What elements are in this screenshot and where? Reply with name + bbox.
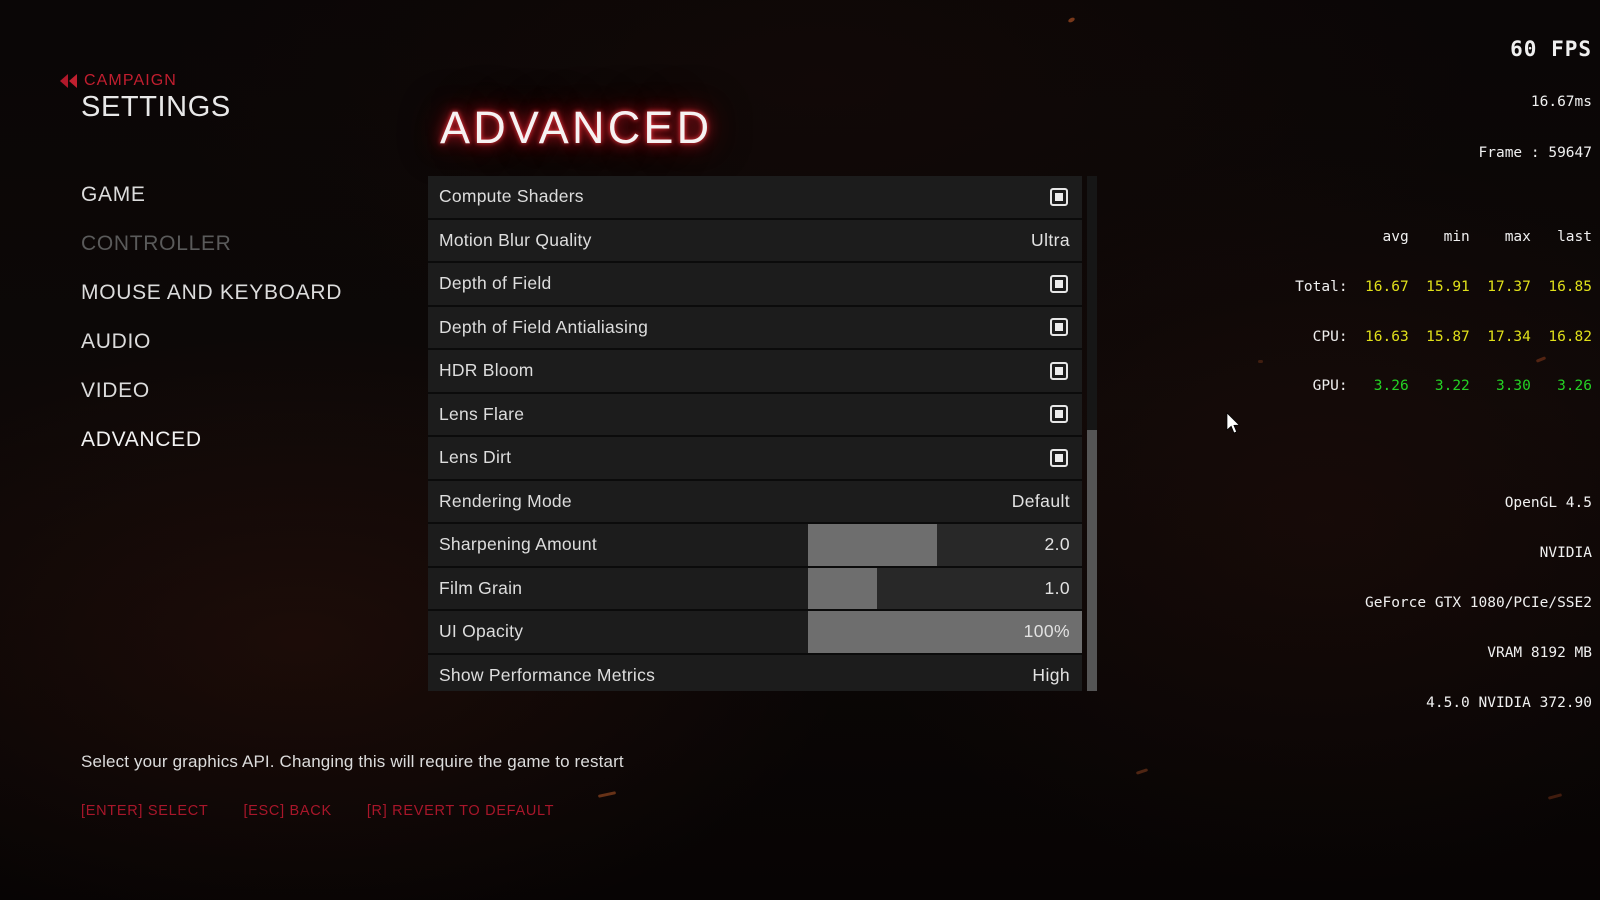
perf-system-info: OpenGL 4.5 NVIDIA GeForce GTX 1080/PCIe/… xyxy=(1286,462,1592,744)
setting-row-motion-blur-quality[interactable]: Motion Blur Quality Ultra xyxy=(428,219,1082,263)
setting-row-compute-shaders[interactable]: Compute Shaders xyxy=(428,176,1082,220)
double-chevron-left-icon[interactable] xyxy=(60,74,77,88)
sidebar-item-label: CONTROLLER xyxy=(81,231,232,255)
perf-row-cpu: CPU: 16.63 15.87 17.34 16.82 xyxy=(1286,328,1592,345)
setting-row-rendering-mode[interactable]: Rendering Mode Default xyxy=(428,480,1082,524)
perf-frametime: 16.67ms xyxy=(1530,94,1592,111)
perf-table-row-total: Total: 16.67 15.91 17.37 16.85 xyxy=(1286,279,1592,296)
game-settings-screen: CAMPAIGN SETTINGS ADVANCED GAME CONTROLL… xyxy=(0,0,1600,900)
perf-table-row-gpu: GPU: 3.26 3.22 3.30 3.26 xyxy=(1286,378,1592,395)
perf-vendor: NVIDIA xyxy=(1539,545,1592,562)
breadcrumb[interactable]: CAMPAIGN xyxy=(60,72,177,90)
perf-fps: 60 FPS xyxy=(1510,37,1592,62)
sidebar-item-controller[interactable]: CONTROLLER xyxy=(0,219,420,268)
checkbox-toggle[interactable] xyxy=(1050,448,1068,467)
setting-value[interactable]: Default xyxy=(1012,491,1082,512)
checkbox-toggle[interactable] xyxy=(1050,274,1068,293)
sidebar-nav: GAME CONTROLLER MOUSE AND KEYBOARD AUDIO… xyxy=(0,170,420,464)
key-hint-revert[interactable]: [R] REVERT TO DEFAULT xyxy=(367,803,554,819)
setting-label: Show Performance Metrics xyxy=(439,664,656,685)
slider-fill[interactable] xyxy=(808,567,877,609)
settings-list: Compute Shaders Motion Blur Quality Ultr… xyxy=(428,176,1082,691)
setting-value: 1.0 xyxy=(1044,577,1070,598)
checkbox-check-icon xyxy=(1055,366,1063,375)
perf-renderer: GeForce GTX 1080/PCIe/SSE2 xyxy=(1365,595,1592,611)
perf-col-headers: avg min max last xyxy=(1295,228,1592,245)
perf-api: OpenGL 4.5 xyxy=(1504,495,1592,512)
setting-row-show-performance-metrics[interactable]: Show Performance Metrics High xyxy=(428,654,1082,691)
sidebar-item-label: GAME xyxy=(81,182,146,206)
setting-row-hdr-bloom[interactable]: HDR Bloom xyxy=(428,350,1082,394)
mouse-cursor-icon xyxy=(1226,412,1241,434)
setting-row-film-grain[interactable]: Film Grain 1.0 xyxy=(428,567,1082,611)
key-hint-back[interactable]: [ESC] BACK xyxy=(243,803,331,819)
setting-row-lens-dirt[interactable]: Lens Dirt xyxy=(428,437,1082,481)
setting-row-sharpening-amount[interactable]: Sharpening Amount 2.0 xyxy=(428,524,1082,568)
section-heading: ADVANCED xyxy=(440,102,713,153)
key-hints-bar: [ENTER] SELECT [ESC] BACK [R] REVERT TO … xyxy=(81,803,554,819)
checkbox-toggle[interactable] xyxy=(1050,405,1068,424)
checkbox-check-icon xyxy=(1055,323,1063,332)
setting-value: 100% xyxy=(1023,621,1070,642)
perf-row-gpu: GPU: 3.26 3.22 3.30 3.26 xyxy=(1286,378,1592,395)
performance-overlay: 60 FPS 16.67ms Frame : 59647 avg min max… xyxy=(1286,4,1592,778)
sidebar-item-label: VIDEO xyxy=(81,378,150,402)
setting-row-depth-of-field-antialiasing[interactable]: Depth of Field Antialiasing xyxy=(428,306,1082,350)
setting-description: Select your graphics API. Changing this … xyxy=(81,752,624,771)
setting-label: Lens Dirt xyxy=(439,447,512,468)
perf-row-total: Total: 16.67 15.91 17.37 16.85 xyxy=(1286,278,1592,295)
sidebar-item-mouse-and-keyboard[interactable]: MOUSE AND KEYBOARD xyxy=(0,268,420,317)
ember-particle xyxy=(1067,16,1076,24)
sidebar-item-advanced[interactable]: ADVANCED xyxy=(0,415,420,464)
ember-particle xyxy=(597,791,617,798)
checkbox-toggle[interactable] xyxy=(1050,361,1068,380)
setting-value[interactable]: Ultra xyxy=(1031,230,1082,251)
setting-row-lens-flare[interactable]: Lens Flare xyxy=(428,393,1082,437)
slider-fill[interactable] xyxy=(808,524,937,566)
perf-table-header: avg min max last xyxy=(1286,229,1592,246)
checkbox-check-icon xyxy=(1055,410,1063,419)
breadcrumb-campaign-label: CAMPAIGN xyxy=(84,72,177,89)
setting-label: Film Grain xyxy=(439,577,523,598)
checkbox-toggle[interactable] xyxy=(1050,318,1068,337)
setting-label: Rendering Mode xyxy=(439,490,572,511)
perf-driver: 4.5.0 NVIDIA 372.90 xyxy=(1426,694,1592,711)
setting-label: Depth of Field Antialiasing xyxy=(439,316,649,337)
setting-label: Depth of Field xyxy=(439,273,552,294)
setting-row-depth-of-field[interactable]: Depth of Field xyxy=(428,263,1082,307)
setting-value[interactable]: High xyxy=(1032,665,1082,686)
checkbox-check-icon xyxy=(1055,192,1063,201)
perf-table: avg min max last Total: 16.67 15.91 17.3… xyxy=(1286,196,1592,428)
page-title: SETTINGS xyxy=(81,91,231,123)
key-hint-select[interactable]: [ENTER] SELECT xyxy=(81,803,208,819)
perf-frame-counter: Frame : 59647 xyxy=(1478,144,1593,161)
setting-label: UI Opacity xyxy=(439,621,524,642)
setting-label: HDR Bloom xyxy=(439,360,534,381)
ember-particle xyxy=(1258,360,1263,363)
ember-particle xyxy=(1135,768,1149,775)
sidebar-item-video[interactable]: VIDEO xyxy=(0,366,420,415)
sidebar-item-audio[interactable]: AUDIO xyxy=(0,317,420,366)
perf-table-row-cpu: CPU: 16.63 15.87 17.34 16.82 xyxy=(1286,329,1592,346)
checkbox-check-icon xyxy=(1055,453,1063,462)
setting-row-ui-opacity[interactable]: UI Opacity 100% xyxy=(428,611,1082,655)
setting-label: Lens Flare xyxy=(439,403,525,424)
sidebar-item-label: ADVANCED xyxy=(81,427,202,451)
checkbox-toggle[interactable] xyxy=(1050,187,1068,206)
sidebar-item-label: AUDIO xyxy=(81,329,152,353)
sidebar-item-game[interactable]: GAME xyxy=(0,170,420,219)
setting-label: Motion Blur Quality xyxy=(439,229,592,250)
setting-label: Sharpening Amount xyxy=(439,534,597,555)
setting-label: Compute Shaders xyxy=(439,186,584,207)
ember-particle xyxy=(1547,793,1563,800)
perf-vram: VRAM 8192 MB xyxy=(1487,644,1592,661)
scrollbar-thumb[interactable] xyxy=(1087,430,1097,691)
checkbox-check-icon xyxy=(1055,279,1063,288)
sidebar-item-label: MOUSE AND KEYBOARD xyxy=(81,280,343,304)
setting-value: 2.0 xyxy=(1044,534,1070,555)
